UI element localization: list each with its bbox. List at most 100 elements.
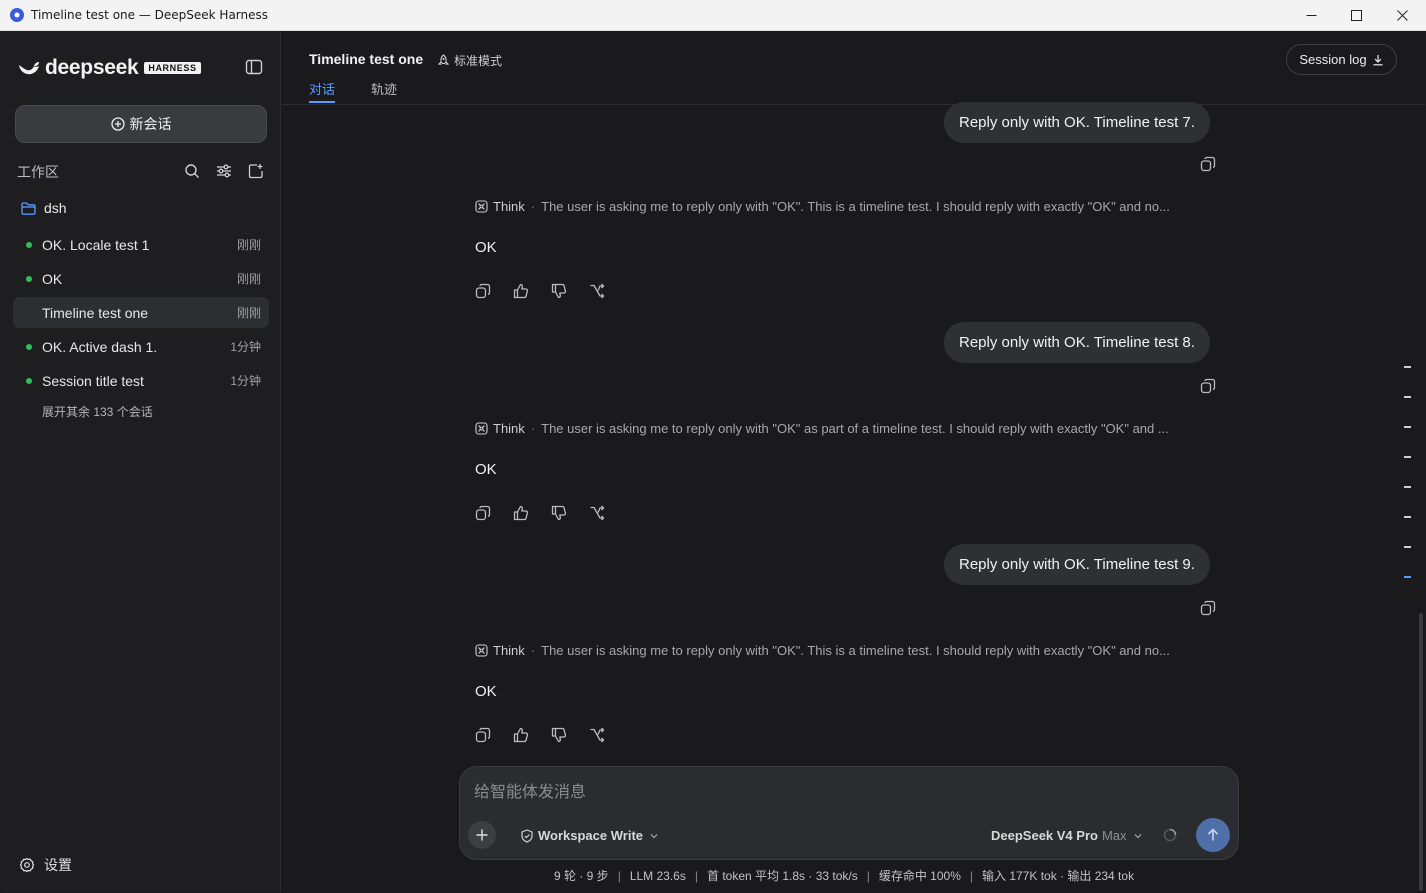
- session-item[interactable]: Session title test 1分钟: [13, 365, 269, 396]
- search-icon: [185, 164, 199, 178]
- branch-button[interactable]: [588, 282, 606, 300]
- copy-icon: [475, 727, 491, 743]
- thumbs-down-icon: [551, 505, 567, 521]
- filter-sessions-button[interactable]: [215, 162, 233, 180]
- status-llm-time: LLM 23.6s: [629, 869, 686, 883]
- thumbs-down-button[interactable]: [550, 504, 568, 522]
- main-panel: Timeline test one 标准模式 对话 轨迹 Session log…: [282, 31, 1425, 892]
- thumbs-up-button[interactable]: [512, 504, 530, 522]
- timeline-marker[interactable]: [1404, 396, 1411, 398]
- session-time: 刚刚: [236, 306, 261, 320]
- mode-indicator[interactable]: 标准模式: [437, 52, 502, 69]
- branch-button[interactable]: [588, 726, 606, 744]
- send-button[interactable]: [1196, 818, 1230, 852]
- session-item[interactable]: OK. Locale test 1 刚刚: [13, 229, 269, 260]
- copy-reply-button[interactable]: [474, 726, 492, 744]
- copy-user-message-button[interactable]: [1200, 378, 1216, 394]
- copy-user-message-button[interactable]: [1200, 600, 1216, 616]
- session-log-button[interactable]: Session log: [1286, 44, 1397, 75]
- status-first-token: 首 token 平均 1.8s · 33 tok/s: [706, 869, 858, 883]
- sidebar-panel-icon: [245, 59, 263, 75]
- timeline-marker[interactable]: [1404, 456, 1411, 458]
- think-icon: [475, 199, 488, 213]
- status-dot: [26, 343, 32, 350]
- branch-button[interactable]: [588, 504, 606, 522]
- tab-chat[interactable]: 对话: [309, 79, 335, 98]
- chevron-down-icon: [650, 833, 658, 838]
- timeline-marker[interactable]: [1404, 426, 1411, 428]
- timeline-marker[interactable]: [1404, 546, 1411, 548]
- session-log-label: Session log: [1299, 52, 1367, 67]
- copy-user-message-button[interactable]: [1200, 156, 1216, 172]
- think-summary[interactable]: Think · The user is asking me to reply o…: [475, 197, 1235, 215]
- think-summary[interactable]: Think · The user is asking me to reply o…: [475, 419, 1235, 437]
- settings-label: 设置: [44, 857, 72, 873]
- think-label: Think: [493, 420, 525, 436]
- status-tokens: 输入 177K tok · 输出 234 tok: [982, 869, 1135, 883]
- expand-more-sessions-link[interactable]: 展开其余 133 个会话: [42, 403, 153, 420]
- thumbs-down-button[interactable]: [550, 726, 568, 744]
- download-icon: [1373, 54, 1383, 65]
- close-window-button[interactable]: [1379, 0, 1425, 31]
- assistant-reply: OK: [475, 239, 497, 256]
- new-chat-button[interactable]: 新会话: [15, 105, 267, 143]
- message-input[interactable]: [474, 781, 1214, 805]
- minimize-icon: [1306, 15, 1316, 16]
- permission-label: Workspace Write: [538, 828, 644, 843]
- thumbs-up-button[interactable]: [512, 282, 530, 300]
- loading-spinner-icon: [1163, 828, 1177, 842]
- reply-actions: [474, 282, 626, 302]
- timeline-marker[interactable]: [1404, 486, 1411, 488]
- window-titlebar: Timeline test one — DeepSeek Harness: [0, 0, 1426, 31]
- brand-logo[interactable]: deepseek HARNESS: [17, 55, 201, 81]
- attach-button[interactable]: [468, 821, 496, 849]
- thumbs-down-button[interactable]: [550, 282, 568, 300]
- workspace-label: 工作区: [17, 164, 59, 180]
- think-text: The user is asking me to reply only with…: [541, 198, 1170, 214]
- thumbs-up-button[interactable]: [512, 726, 530, 744]
- session-name: OK. Locale test 1: [42, 236, 150, 253]
- session-name: OK. Active dash 1.: [42, 338, 158, 355]
- timeline-marker[interactable]: [1404, 366, 1411, 368]
- copy-reply-button[interactable]: [474, 504, 492, 522]
- workspace-folder[interactable]: dsh: [21, 200, 67, 216]
- scrollbar-thumb[interactable]: [1419, 613, 1423, 891]
- model-selector[interactable]: DeepSeek V4 Pro Max: [991, 828, 1143, 843]
- page-title: Timeline test one: [309, 51, 424, 67]
- plus-circle-icon: [110, 117, 125, 131]
- close-icon: [1396, 10, 1408, 21]
- assistant-reply: OK: [475, 683, 497, 700]
- minimize-button[interactable]: [1288, 0, 1334, 31]
- user-message: Reply only with OK. Timeline test 9.: [944, 544, 1210, 585]
- timeline-marker[interactable]: [1404, 516, 1411, 518]
- add-box-icon: [248, 164, 263, 179]
- model-name: DeepSeek V4 Pro: [991, 828, 1098, 843]
- status-dot: [26, 377, 32, 384]
- sidebar-toggle-button[interactable]: [245, 58, 263, 76]
- status-bar: 9 轮 · 9 步 | LLM 23.6s | 首 token 平均 1.8s · 33…: [554, 869, 1135, 883]
- thumbs-down-icon: [551, 727, 567, 743]
- settings-button[interactable]: 设置: [19, 855, 72, 875]
- think-summary[interactable]: Think · The user is asking me to reply o…: [475, 641, 1235, 659]
- thumbs-up-icon: [513, 505, 529, 521]
- mode-label: 标准模式: [454, 54, 503, 68]
- copy-icon: [1200, 600, 1216, 616]
- model-tier: Max: [1101, 828, 1127, 843]
- search-sessions-button[interactable]: [183, 162, 201, 180]
- think-text: The user is asking me to reply only with…: [541, 642, 1170, 658]
- chat-header: Timeline test one 标准模式 对话 轨迹 Session log: [282, 31, 1425, 105]
- sliders-icon: [217, 164, 231, 178]
- tab-trace[interactable]: 轨迹: [371, 79, 397, 98]
- branch-icon: [590, 505, 605, 521]
- message-composer: Workspace Write DeepSeek V4 Pro Max: [459, 766, 1239, 860]
- session-item-active[interactable]: Timeline test one 刚刚: [13, 297, 269, 328]
- maximize-button[interactable]: [1333, 0, 1379, 31]
- think-text: The user is asking me to reply only with…: [541, 420, 1169, 436]
- sidebar: deepseek HARNESS 新会话 工作区 dsh OK. Locale …: [1, 31, 281, 892]
- session-item[interactable]: OK 刚刚: [13, 263, 269, 294]
- permission-selector[interactable]: Workspace Write: [520, 828, 663, 843]
- copy-reply-button[interactable]: [474, 282, 492, 300]
- session-item[interactable]: OK. Active dash 1. 1分钟: [13, 331, 269, 362]
- new-folder-button[interactable]: [247, 162, 265, 180]
- timeline-marker-current[interactable]: [1404, 576, 1411, 578]
